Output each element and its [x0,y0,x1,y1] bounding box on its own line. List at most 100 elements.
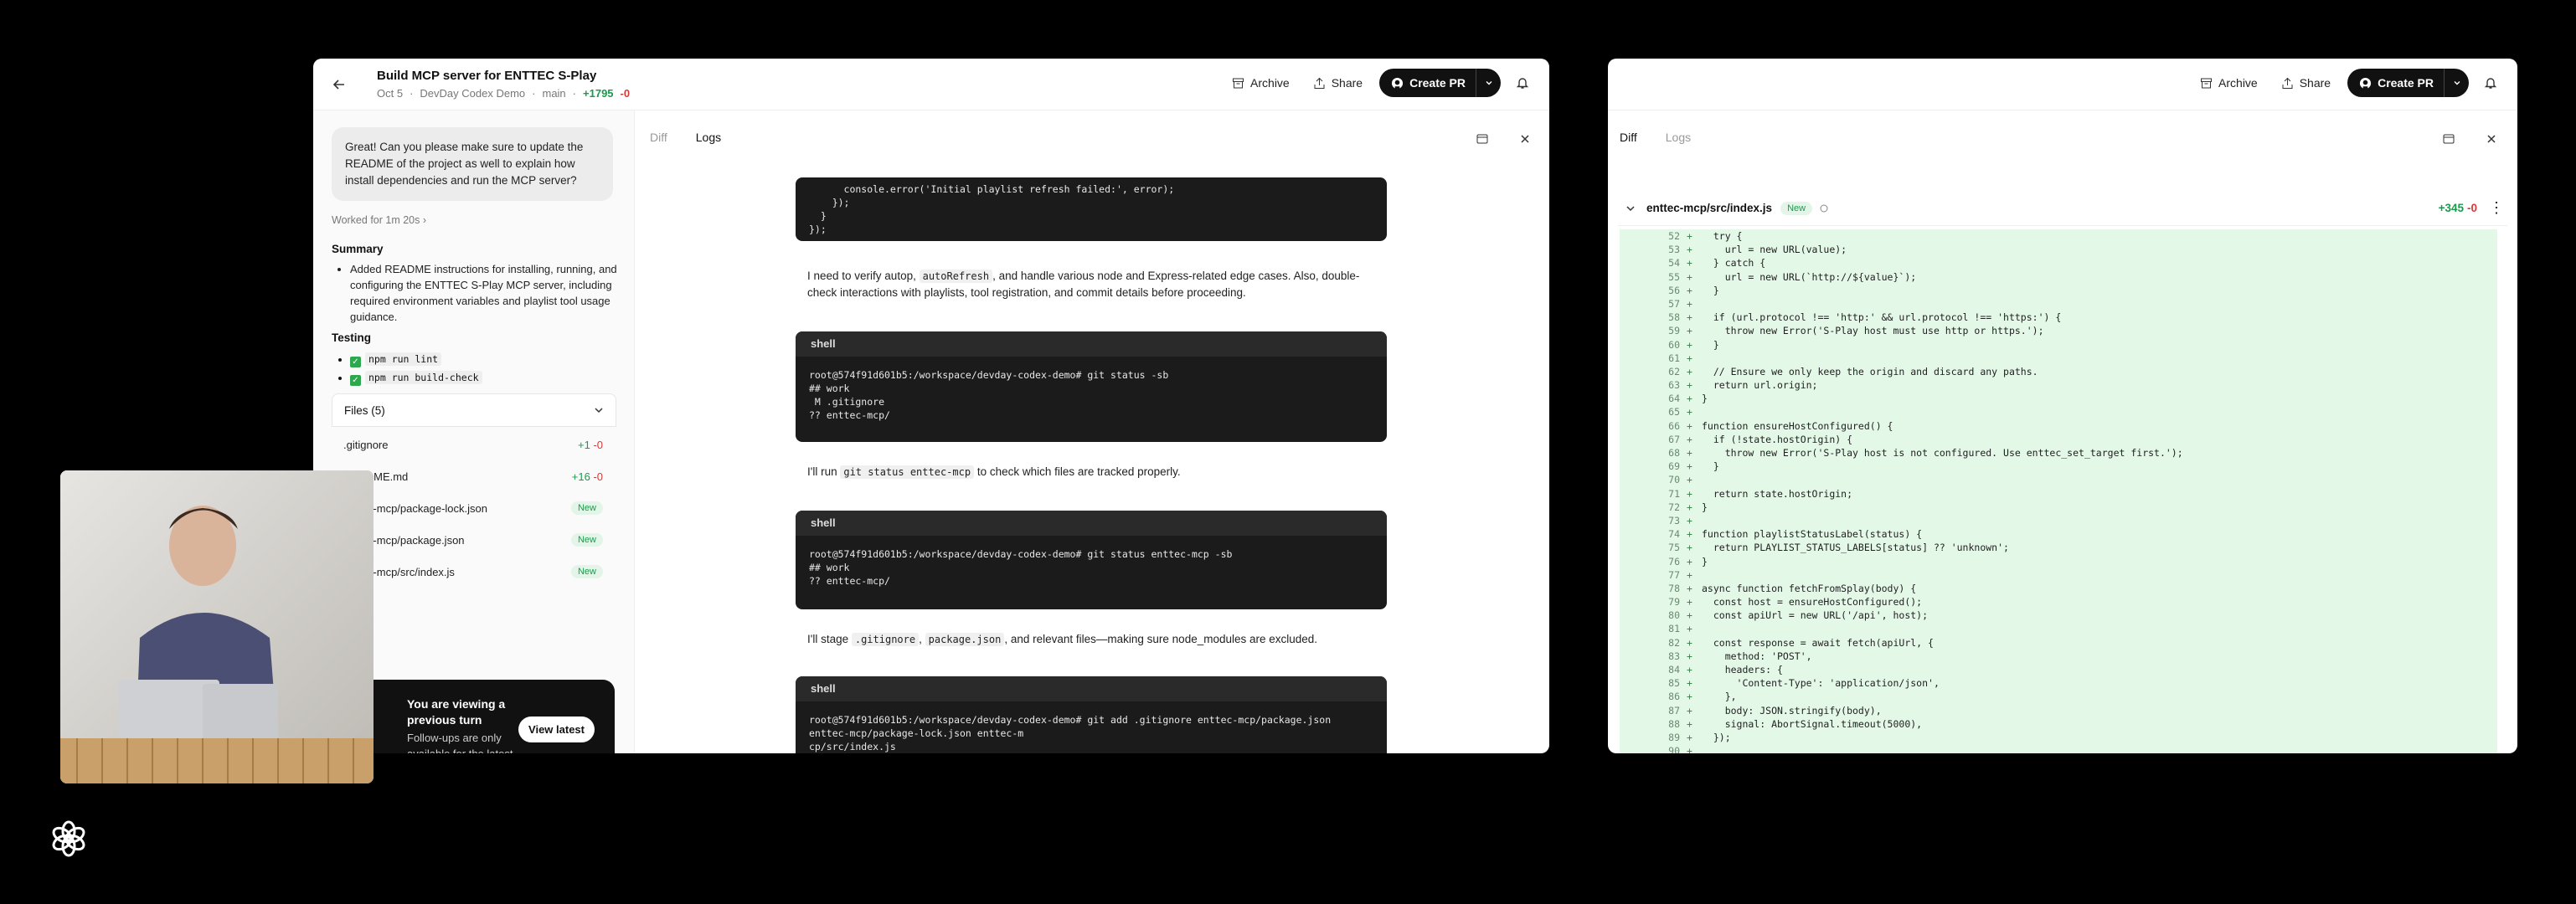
pane-controls [2442,132,2497,146]
tab-diff[interactable]: Diff [1620,131,1637,144]
diff-line: 87 + body: JSON.stringify(body), [1620,704,2497,717]
file-item[interactable]: README.md +16 -0 [343,460,603,492]
arrow-left-icon [332,80,344,90]
diff-sign: + [1687,596,1692,609]
task-title: Build MCP server for ENTTEC S-Play [377,69,597,83]
diff-file-path[interactable]: enttec-mcp/src/index.js [1646,202,1772,214]
create-pr-dropdown[interactable] [1476,69,1501,97]
line-number: 61 [1668,352,1680,364]
close-icon[interactable] [1519,133,1531,145]
view-tabs: Diff Logs [650,131,721,144]
panel-toggle-icon[interactable] [2442,132,2455,146]
create-pr-main[interactable]: Create PR [2347,69,2444,97]
new-badge: New [570,565,603,578]
archive-button[interactable]: Archive [2193,71,2264,95]
archive-button[interactable]: Archive [1225,71,1296,95]
tab-logs[interactable]: Logs [1666,131,1691,144]
code-text: return PLAYLIST_STATUS_LABELS[status] ??… [1702,542,2009,554]
create-pr-button[interactable]: Create PR [2347,69,2469,97]
diff-line: 82 + const response = await fetch(apiUrl,… [1620,636,2497,650]
code-text: function ensureHostConfigured() { [1702,419,1893,432]
line-number: 86 [1668,691,1680,703]
code-text: } [1702,284,1719,296]
file-item[interactable]: enttec-mcp/package-lock.json New [343,492,603,524]
code-text: const host = ensureHostConfigured(); [1702,596,1923,609]
more-options-icon[interactable]: ⋮ [2489,199,2504,217]
notifications-button[interactable] [1511,71,1534,95]
diff-sign: + [1687,325,1692,337]
line-number: 79 [1668,596,1680,609]
test-item: ✓ npm run build-check [350,368,482,387]
diff-line: 59 + throw new Error('S-Play host must us… [1620,324,2497,337]
notifications-button[interactable] [2479,71,2502,95]
diff-sign: + [1687,244,1692,256]
test-command: npm run lint [365,352,442,366]
diff-sign: + [1687,501,1692,513]
diff-line: 71 + return state.hostOrigin; [1620,487,2497,501]
archive-label: Archive [2218,76,2258,90]
summary-item: Added README instructions for installing… [350,261,626,325]
diff-sign: + [1687,284,1692,296]
log-code: console.error('Initial playlist refresh … [809,183,1175,235]
worked-duration[interactable]: Worked for 1m 20s › [332,214,426,226]
create-pr-main[interactable]: Create PR [1379,69,1476,97]
task-meta: Oct 5 · DevDay Codex Demo · main · +1795 -0 [377,87,631,100]
create-pr-button[interactable]: Create PR [1379,69,1501,97]
user-message: Great! Can you please make sure to updat… [332,127,613,201]
diff-header: Archive Share Create PR [1608,59,2517,110]
new-badge: New [1780,201,1813,215]
narration-text: , [919,633,925,645]
tab-logs[interactable]: Logs [696,131,721,144]
file-item[interactable]: enttec-mcp/src/index.js New [343,556,603,588]
close-icon[interactable] [2486,133,2497,145]
copy-icon[interactable] [1819,203,1829,213]
tab-diff[interactable]: Diff [650,131,667,144]
check-icon: ✓ [350,357,361,367]
diff-sign: + [1687,365,1692,378]
new-badge: New [570,501,603,515]
diff-sign: + [1687,433,1692,445]
file-item[interactable]: .gitignore +1 -0 [343,429,603,460]
bell-icon [1516,78,1529,89]
code-text: } [1702,393,1708,405]
narration-text: to check which files are tracked properl… [974,465,1181,478]
share-button[interactable]: Share [2275,71,2337,95]
shell-header: shell [796,511,1387,536]
chevron-down-icon[interactable] [1625,203,1636,214]
presenter-image [60,470,374,783]
view-tabs: Diff Logs [1620,131,1691,144]
code-text: body: JSON.stringify(body), [1702,704,1882,717]
share-button[interactable]: Share [1306,71,1369,95]
diff-line: 62 + // Ensure we only keep the origin an… [1620,365,2497,378]
new-badge: New [570,533,603,547]
line-number: 63 [1668,379,1680,392]
line-number: 81 [1668,623,1680,635]
diff-line: 65 + [1620,405,2497,419]
diff-line: 56 + } [1620,284,2497,297]
code-text: if (!state.hostOrigin) { [1702,433,1853,445]
share-label: Share [1331,76,1363,90]
code-text: return url.origin; [1702,379,1818,392]
back-button[interactable] [327,72,352,97]
diff-line: 83 + method: 'POST', [1620,650,2497,663]
diff-line: 64 +} [1620,392,2497,405]
log-code-block: console.error('Initial playlist refresh … [796,177,1387,241]
view-latest-button[interactable]: View latest [518,717,595,742]
panel-toggle-icon[interactable] [1476,132,1489,146]
task-project[interactable]: DevDay Codex Demo [420,87,525,100]
file-item[interactable]: enttec-mcp/package.json New [343,524,603,556]
create-pr-dropdown[interactable] [2444,69,2469,97]
code-text: function playlistStatusLabel(status) { [1702,528,1923,541]
code-text: // Ensure we only keep the origin and di… [1702,365,2038,378]
diff-sign: + [1687,487,1692,500]
task-additions: +1795 [583,87,614,100]
line-number: 57 [1668,297,1680,310]
diff-line: 90 + [1620,744,2497,753]
files-label: Files (5) [344,403,385,417]
narration-text: , and relevant files—making sure node_mo… [1004,633,1318,645]
line-number: 89 [1668,731,1680,743]
line-number: 82 [1668,636,1680,649]
shell-header: shell [796,676,1387,701]
chevron-down-icon [2454,81,2460,85]
files-toggle[interactable]: Files (5) [332,393,616,427]
